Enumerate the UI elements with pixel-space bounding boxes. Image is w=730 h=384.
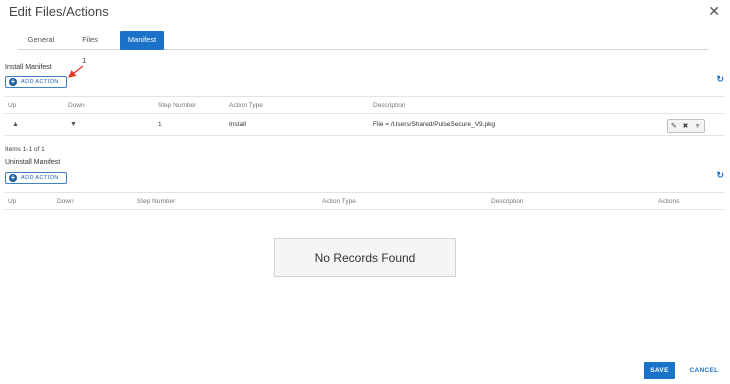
- column-up: Up: [8, 198, 17, 205]
- tab-files[interactable]: Files: [64, 31, 116, 49]
- column-action-type: Action Type: [229, 102, 263, 109]
- plus-circle-icon: +: [9, 173, 17, 182]
- triangle-down-icon[interactable]: ▼: [70, 121, 77, 128]
- action-type: Install: [229, 121, 246, 128]
- tab-manifest[interactable]: Manifest: [120, 31, 164, 50]
- tab-general[interactable]: General: [18, 31, 64, 49]
- column-step-number: Step Number: [158, 102, 197, 109]
- description: File = /Users/Shared/PulseSecure_V9.pkg: [373, 121, 495, 128]
- step-number: 1: [158, 121, 162, 128]
- table-row: ▲ ▼ 1 Install File = /Users/Shared/Pulse…: [4, 114, 725, 136]
- plus-circle-icon: +: [9, 77, 17, 86]
- tab-bar: General Files Manifest: [18, 31, 708, 50]
- triangle-up-icon[interactable]: ▲: [12, 121, 19, 128]
- column-actions: Actions: [658, 198, 680, 205]
- uninstall-add-action-button[interactable]: + ADD ACTION: [5, 172, 67, 184]
- column-description: Description: [373, 102, 406, 109]
- table-header: Up Down Step Number Action Type Descript…: [4, 192, 725, 210]
- install-add-action-button[interactable]: + ADD ACTION: [5, 76, 67, 88]
- column-down: Down: [68, 102, 85, 109]
- chevron-down-icon[interactable]: ▼: [694, 123, 701, 130]
- column-action-type: Action Type: [322, 198, 356, 205]
- column-up: Up: [8, 102, 17, 109]
- install-table: Up Down Step Number Action Type Descript…: [4, 96, 725, 136]
- add-action-label: ADD ACTION: [21, 175, 59, 181]
- pencil-icon[interactable]: ✎: [671, 122, 677, 130]
- uninstall-table: Up Down Step Number Action Type Descript…: [4, 192, 725, 210]
- install-manifest-label: Install Manifest: [5, 64, 52, 71]
- items-count: Items 1-1 of 1: [5, 146, 45, 153]
- add-action-label: ADD ACTION: [21, 79, 59, 85]
- uninstall-manifest-label: Uninstall Manifest: [5, 159, 61, 166]
- column-down: Down: [57, 198, 74, 205]
- cancel-button[interactable]: CANCEL: [686, 362, 722, 379]
- no-records-message: No Records Found: [274, 238, 456, 277]
- close-icon[interactable]: ✕: [708, 3, 720, 20]
- save-button[interactable]: SAVE: [644, 362, 675, 379]
- column-step-number: Step Number: [137, 198, 176, 205]
- row-actions: ✎ ✖ ▼: [667, 119, 705, 133]
- close-icon[interactable]: ✖: [683, 122, 689, 130]
- refresh-icon[interactable]: ↻: [716, 74, 724, 85]
- annotation-number: 1: [82, 56, 87, 65]
- dialog-title: Edit Files/Actions: [9, 4, 109, 19]
- column-description: Description: [491, 198, 524, 205]
- refresh-icon[interactable]: ↻: [716, 170, 724, 181]
- table-header: Up Down Step Number Action Type Descript…: [4, 96, 725, 114]
